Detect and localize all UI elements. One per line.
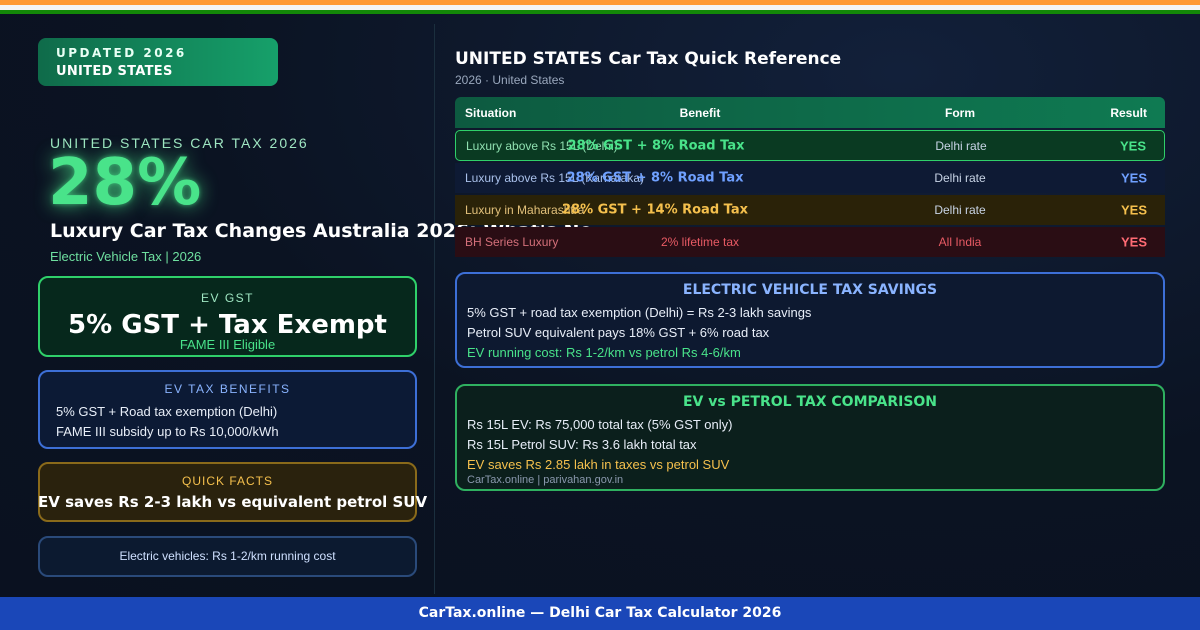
ev-savings-line: EV running cost: Rs 1-2/km vs petrol Rs … [467, 345, 741, 360]
reference-title: UNITED STATES Car Tax Quick Reference [455, 49, 842, 69]
running-cost-card: Electric vehicles: Rs 1-2/km running cos… [38, 536, 417, 577]
comparison-title: EV vs PETROL TAX COMPARISON [682, 394, 938, 410]
cell-form: Delhi rate [934, 171, 986, 185]
list-item: 5% GST + Road tax exemption (Delhi) [56, 404, 278, 419]
cell-result: YES [1120, 234, 1147, 250]
header-situation: Situation [465, 105, 517, 120]
table-row: Luxury in Maharashtra 28% GST + 14% Road… [455, 195, 1165, 225]
ev-savings-panel: ELECTRIC VEHICLE TAX SAVINGS 5% GST + ro… [455, 272, 1165, 368]
comparison-line: Rs 15L Petrol SUV: Rs 3.6 lakh total tax [467, 437, 697, 452]
ev-benefits-list: 5% GST + Road tax exemption (Delhi) FAME… [40, 402, 415, 442]
cell-benefit: 28% GST + 14% Road Tax [561, 202, 749, 218]
comparison-panel: EV vs PETROL TAX COMPARISON Rs 15L EV: R… [455, 384, 1165, 491]
header-result: Result [1110, 105, 1147, 120]
hero-subtitle: Electric Vehicle Tax | 2026 [50, 249, 202, 264]
reference-subtitle: 2026 · United States [455, 73, 565, 87]
table-header: Situation Benefit Form Result [455, 97, 1165, 128]
updated-badge: UPDATED 2026 UNITED STATES [38, 38, 278, 86]
cell-form: Delhi rate [935, 138, 987, 153]
header-benefit: Benefit [679, 105, 721, 120]
ev-gst-value: 5% GST + Tax Exempt [68, 310, 387, 340]
comparison-line: EV saves Rs 2.85 lakh in taxes vs petrol… [467, 457, 730, 472]
cell-benefit: 2% lifetime tax [660, 235, 740, 249]
ev-gst-label: EV GST [200, 291, 254, 305]
cell-benefit: 28% GST + 8% Road Tax [567, 138, 745, 153]
cell-result: YES [1119, 138, 1146, 153]
table-row: Luxury above Rs 15L (Delhi) 28% GST + 8%… [455, 130, 1165, 161]
comparison-line: Rs 15L EV: Rs 75,000 total tax (5% GST o… [467, 417, 733, 432]
cell-result: YES [1120, 202, 1147, 218]
header-form: Form [945, 105, 975, 120]
badge-year: UPDATED 2026 [56, 46, 187, 60]
ev-benefits-label: EV TAX BENEFITS [164, 382, 291, 396]
table-row: Luxury above Rs 15L (Karnataka) 28% GST … [455, 163, 1165, 193]
cell-situation: BH Series Luxury [465, 235, 559, 249]
footer-banner: CarTax.online — Delhi Car Tax Calculator… [0, 597, 1200, 630]
cell-result: YES [1120, 170, 1147, 186]
cell-form: Delhi rate [934, 203, 986, 217]
quick-facts-card: QUICK FACTS EV saves Rs 2-3 lakh vs equi… [38, 462, 428, 522]
cell-form: All India [938, 235, 982, 249]
source-credit: CarTax.online | parivahan.gov.in [467, 474, 624, 486]
ev-benefits-card: EV TAX BENEFITS 5% GST + Road tax exempt… [38, 370, 417, 449]
reference-table: Situation Benefit Form Result Luxury abo… [455, 97, 1165, 257]
badge-country: UNITED STATES [56, 64, 173, 79]
ev-savings-line: Petrol SUV equivalent pays 18% GST + 6% … [467, 325, 770, 340]
quick-facts-label: QUICK FACTS [181, 474, 273, 488]
ev-savings-title: ELECTRIC VEHICLE TAX SAVINGS [682, 282, 938, 298]
list-item: FAME III subsidy up to Rs 10,000/kWh [56, 424, 279, 439]
cell-benefit: 28% GST + 8% Road Tax [566, 170, 744, 186]
column-divider [434, 24, 435, 594]
ev-savings-line: 5% GST + road tax exemption (Delhi) = Rs… [467, 305, 812, 320]
hero-rate: 28% [48, 146, 202, 220]
table-row: BH Series Luxury 2% lifetime tax All Ind… [455, 227, 1165, 257]
ev-gst-card: EV GST 5% GST + Tax Exempt FAME III Elig… [38, 276, 417, 357]
quick-facts-value: EV saves Rs 2-3 lakh vs equivalent petro… [38, 493, 428, 511]
